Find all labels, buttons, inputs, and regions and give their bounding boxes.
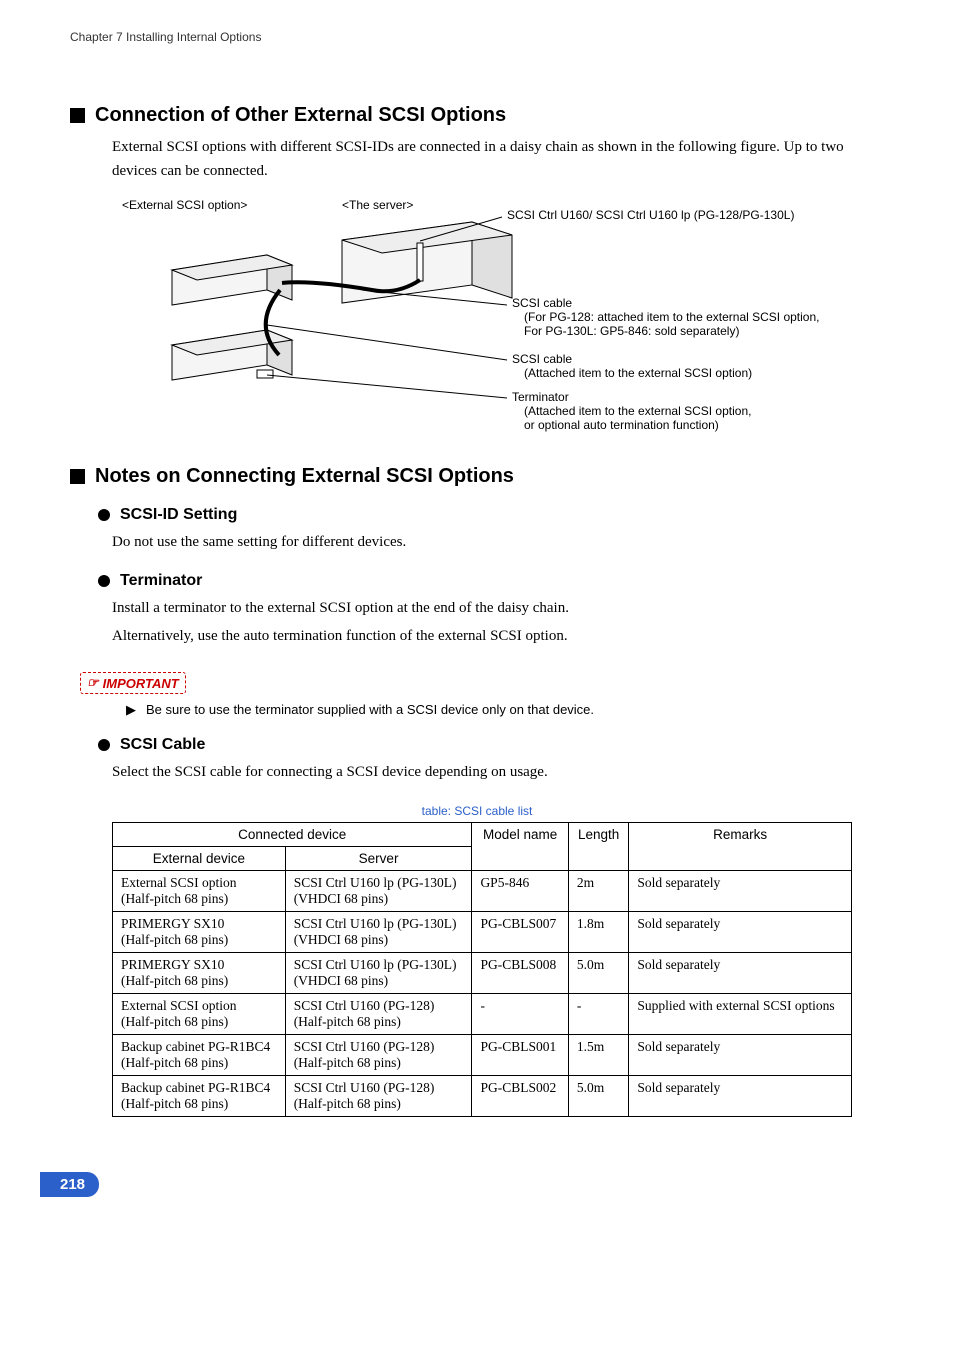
- scsi-id-text: Do not use the same setting for differen…: [112, 530, 884, 554]
- th-connected: Connected device: [113, 823, 472, 847]
- table-cell: Sold separately: [629, 871, 852, 912]
- table-caption: table: SCSI cable list: [70, 804, 884, 818]
- subheading-scsi-cable: SCSI Cable: [98, 736, 884, 754]
- scsi-cable-text: Select the SCSI cable for connecting a S…: [112, 760, 884, 784]
- table-cell: 2m: [568, 871, 629, 912]
- table-cell: -: [472, 994, 568, 1035]
- table-cell: Supplied with external SCSI options: [629, 994, 852, 1035]
- diagram-scsi-daisy-chain: <External SCSI option> <The server> SCSI…: [112, 195, 884, 445]
- table-cell: PRIMERGY SX10(Half-pitch 68 pins): [113, 912, 286, 953]
- section1-paragraph: External SCSI options with different SCS…: [112, 135, 884, 183]
- table-cell: 1.8m: [568, 912, 629, 953]
- important-badge: ☞ IMPORTANT: [80, 672, 186, 694]
- table-cell: Sold separately: [629, 1076, 852, 1117]
- table-cell: SCSI Ctrl U160 lp (PG-130L)(VHDCI 68 pin…: [285, 912, 472, 953]
- table-cell: SCSI Ctrl U160 (PG-128)(Half-pitch 68 pi…: [285, 1035, 472, 1076]
- table-cell: PG-CBLS002: [472, 1076, 568, 1117]
- subheading-scsi-id: SCSI-ID Setting: [98, 506, 884, 524]
- table-row: Backup cabinet PG-R1BC4(Half-pitch 68 pi…: [113, 1035, 852, 1076]
- scsi-cable-table: Connected device Model name Length Remar…: [112, 822, 852, 1117]
- table-cell: 5.0m: [568, 1076, 629, 1117]
- table-cell: 5.0m: [568, 953, 629, 994]
- table-cell: Sold separately: [629, 953, 852, 994]
- figure-cable1-line2: For PG-130L: GP5-846: sold separately): [524, 324, 739, 338]
- figure-label-server: <The server>: [342, 198, 413, 212]
- table-cell: GP5-846: [472, 871, 568, 912]
- figure-term-title: Terminator: [512, 390, 569, 404]
- important-note: ▶ Be sure to use the terminator supplied…: [126, 702, 884, 718]
- subheading-text: SCSI-ID Setting: [120, 506, 237, 524]
- section-heading-notes: Notes on Connecting External SCSI Option…: [70, 465, 884, 488]
- table-cell: 1.5m: [568, 1035, 629, 1076]
- circle-bullet-icon: [98, 575, 110, 587]
- table-cell: SCSI Ctrl U160 (PG-128)(Half-pitch 68 pi…: [285, 994, 472, 1035]
- section-heading-text: Connection of Other External SCSI Option…: [95, 104, 506, 127]
- figure-cable1-line1: (For PG-128: attached item to the extern…: [524, 310, 819, 324]
- triangle-right-icon: ▶: [126, 702, 136, 718]
- figure-label-ext-option: <External SCSI option>: [122, 198, 247, 212]
- table-cell: Backup cabinet PG-R1BC4 (Half-pitch 68 p…: [113, 1076, 286, 1117]
- figure-cable2-line1: (Attached item to the external SCSI opti…: [524, 366, 752, 380]
- section-heading-connection: Connection of Other External SCSI Option…: [70, 104, 884, 127]
- table-cell: Sold separately: [629, 912, 852, 953]
- table-cell: External SCSI option(Half-pitch 68 pins): [113, 871, 286, 912]
- page-number: 218: [40, 1172, 99, 1197]
- figure-term-line2: or optional auto termination function): [524, 418, 719, 432]
- chapter-header: Chapter 7 Installing Internal Options: [70, 30, 884, 44]
- important-note-text: Be sure to use the terminator supplied w…: [146, 702, 594, 718]
- th-length: Length: [568, 823, 629, 871]
- th-remarks: Remarks: [629, 823, 852, 871]
- table-cell: SCSI Ctrl U160 lp (PG-130L)(VHDCI 68 pin…: [285, 953, 472, 994]
- table-row: PRIMERGY SX10(Half-pitch 68 pins)SCSI Ct…: [113, 953, 852, 994]
- table-row: External SCSI option(Half-pitch 68 pins)…: [113, 871, 852, 912]
- section-heading-text: Notes on Connecting External SCSI Option…: [95, 465, 514, 488]
- table-cell: PG-CBLS001: [472, 1035, 568, 1076]
- circle-bullet-icon: [98, 739, 110, 751]
- terminator-text2: Alternatively, use the auto termination …: [112, 624, 884, 648]
- square-bullet-icon: [70, 469, 85, 484]
- table-cell: PRIMERGY SX10(Half-pitch 68 pins): [113, 953, 286, 994]
- subheading-text: SCSI Cable: [120, 736, 205, 754]
- th-external: External device: [113, 847, 286, 871]
- table-row: PRIMERGY SX10(Half-pitch 68 pins)SCSI Ct…: [113, 912, 852, 953]
- figure-label-ctrl: SCSI Ctrl U160/ SCSI Ctrl U160 lp (PG-12…: [507, 208, 794, 222]
- table-cell: PG-CBLS007: [472, 912, 568, 953]
- table-cell: PG-CBLS008: [472, 953, 568, 994]
- circle-bullet-icon: [98, 509, 110, 521]
- square-bullet-icon: [70, 108, 85, 123]
- pointing-hand-icon: ☞: [87, 675, 99, 691]
- table-row: External SCSI option(Half-pitch 68 pins)…: [113, 994, 852, 1035]
- figure-cable2-title: SCSI cable: [512, 352, 572, 366]
- table-cell: Backup cabinet PG-R1BC4(Half-pitch 68 pi…: [113, 1035, 286, 1076]
- th-server: Server: [285, 847, 472, 871]
- th-model: Model name: [472, 823, 568, 871]
- table-cell: Sold separately: [629, 1035, 852, 1076]
- figure-cable1-title: SCSI cable: [512, 296, 572, 310]
- table-cell: SCSI Ctrl U160 lp (PG-130L)(VHDCI 68 pin…: [285, 871, 472, 912]
- table-row: Backup cabinet PG-R1BC4 (Half-pitch 68 p…: [113, 1076, 852, 1117]
- figure-term-line1: (Attached item to the external SCSI opti…: [524, 404, 751, 418]
- subheading-text: Terminator: [120, 572, 202, 590]
- important-label: IMPORTANT: [103, 676, 179, 691]
- terminator-text1: Install a terminator to the external SCS…: [112, 596, 884, 620]
- table-cell: -: [568, 994, 629, 1035]
- table-cell: SCSI Ctrl U160 (PG-128)(Half-pitch 68 pi…: [285, 1076, 472, 1117]
- subheading-terminator: Terminator: [98, 572, 884, 590]
- table-cell: External SCSI option(Half-pitch 68 pins): [113, 994, 286, 1035]
